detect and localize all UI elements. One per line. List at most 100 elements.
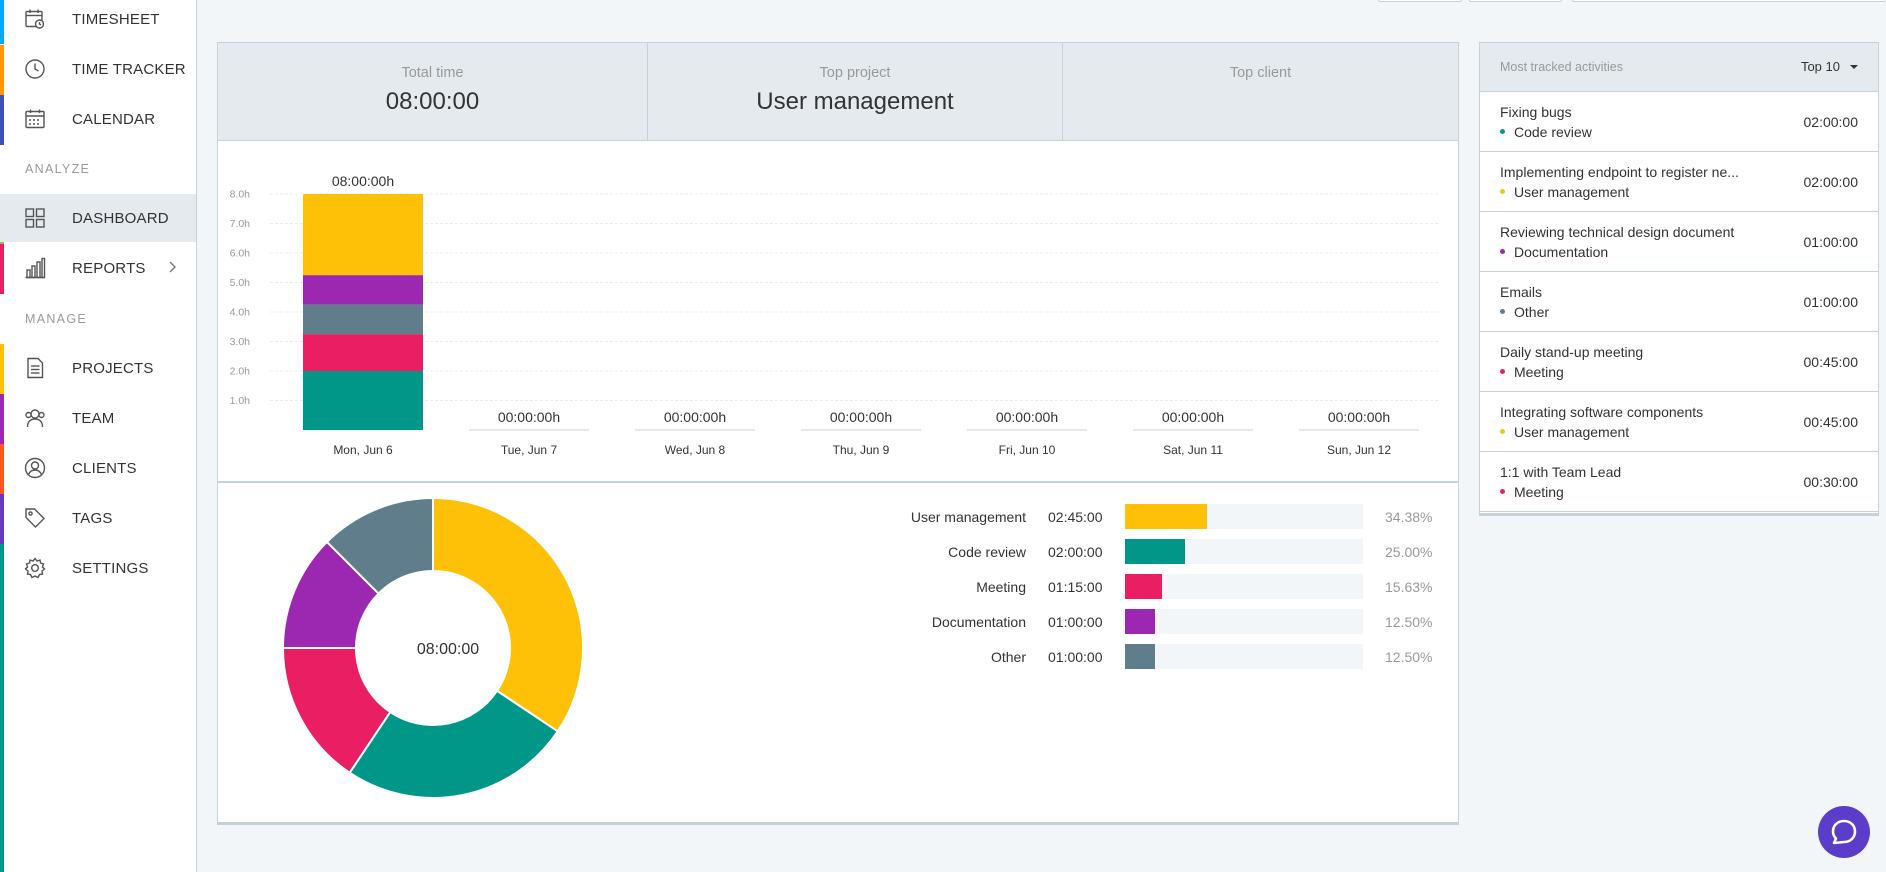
legend-project-name: Code review (948, 544, 1026, 560)
bar-segment (303, 304, 423, 335)
activity-title: Emails (1500, 284, 1543, 300)
legend-progress-track (1125, 504, 1363, 529)
legend-progress-fill (1125, 574, 1163, 599)
clients-icon (24, 457, 46, 479)
sidebar-item-settings[interactable]: SETTINGS (0, 544, 196, 592)
activity-title: Integrating software components (1500, 404, 1704, 420)
activity-title: Reviewing technical design document (1500, 224, 1735, 240)
legend-row: Documentation 01:00:00 12.50% (758, 608, 1458, 636)
donut-center-total: 08:00:00 (416, 641, 480, 658)
x-category-label: Tue, Jun 7 (501, 443, 558, 457)
section-label-manage: MANAGE (25, 312, 87, 326)
gear-icon (24, 557, 46, 579)
total-time-summary: Total time 08:00:00 (218, 43, 647, 140)
bar-segment (303, 334, 423, 371)
activity-duration: 01:00:00 (1803, 234, 1859, 250)
top-control-button[interactable] (1469, 0, 1562, 2)
sidebar-item-timesheet[interactable]: TIMESHEET (0, 0, 196, 43)
x-category-label: Sun, Jun 12 (1327, 443, 1391, 457)
chevron-right-icon (169, 261, 176, 273)
activity-project: Code review (1514, 124, 1592, 140)
activity-duration: 00:30:00 (1803, 474, 1859, 490)
y-tick-label: 5.0h (230, 277, 251, 289)
legend-project-percent: 12.50% (1385, 649, 1433, 665)
sidebar-item-reports[interactable]: REPORTS (0, 244, 196, 292)
legend-progress-fill (1125, 609, 1155, 634)
activity-duration: 02:00:00 (1803, 114, 1859, 130)
x-category-label: Fri, Jun 10 (999, 443, 1056, 457)
sidebar-item-dashboard[interactable]: DASHBOARD (0, 194, 196, 242)
bar-total-label: 00:00:00h (1162, 409, 1224, 425)
activity-project: User management (1514, 424, 1630, 440)
sidebar-item-tags[interactable]: TAGS (0, 494, 196, 542)
sidebar-item-label: TEAM (72, 410, 115, 427)
legend-progress-track (1125, 574, 1363, 599)
bar-total-label: 08:00:00h (332, 173, 394, 189)
legend-row: Other 01:00:00 12.50% (758, 643, 1458, 671)
bar-segment (303, 371, 423, 430)
activity-row[interactable]: Emails Other 01:00:00 (1480, 272, 1878, 332)
top-control-button[interactable] (1378, 0, 1462, 2)
date-range-picker[interactable] (1572, 0, 1886, 2)
sidebar-item-time-tracker[interactable]: TIME TRACKER (0, 45, 196, 93)
legend-project-percent: 34.38% (1385, 509, 1433, 525)
sidebar-item-label: REPORTS (72, 260, 146, 277)
activity-row[interactable]: Fixing bugs Code review 02:00:00 (1480, 92, 1878, 152)
y-tick-label: 8.0h (230, 189, 251, 201)
team-icon (25, 409, 45, 428)
legend-progress-fill (1125, 644, 1155, 669)
legend-project-percent: 15.63% (1385, 579, 1433, 595)
chat-button[interactable] (1818, 806, 1870, 858)
project-color-dot (1500, 369, 1505, 374)
top-project-label: Top project (819, 65, 891, 81)
activity-project: User management (1514, 184, 1630, 200)
y-tick-label: 1.0h (230, 395, 251, 407)
top-filter-dropdown[interactable]: Top 10 (1801, 59, 1840, 74)
project-color-dot (1500, 309, 1505, 314)
sidebar-item-clients[interactable]: CLIENTS (0, 444, 196, 492)
legend-progress-fill (1125, 504, 1207, 529)
clock-icon (25, 59, 45, 79)
bar-total-label: 00:00:00h (996, 409, 1058, 425)
legend-project-time: 02:45:00 (1048, 509, 1103, 525)
donut-slice (432, 496, 584, 733)
top-project-value: User management (756, 88, 954, 115)
summary-panel: Total time 08:00:00 Top project User man… (217, 42, 1459, 141)
daily-bar-chart: 1.0h 2.0h 3.0h 4.0h 5.0h 6.0h 7.0h 8.0h 08:00:00… (230, 173, 1438, 457)
project-color-dot (1500, 129, 1505, 134)
project-color-dot (1500, 429, 1505, 434)
sidebar: TIMESHEET TIME TRACKER CALENDAR ANALYZE … (0, 0, 197, 872)
bar-total-label: 00:00:00h (498, 409, 560, 425)
activity-row[interactable]: Implementing endpoint to register ne... U… (1480, 152, 1878, 212)
sidebar-item-projects[interactable]: PROJECTS (0, 344, 196, 392)
activity-row[interactable]: 1:1 with Team Lead Meeting 00:30:00 (1480, 452, 1878, 512)
activities-title: Most tracked activities (1500, 60, 1623, 74)
chat-icon (1831, 819, 1857, 845)
activity-project: Meeting (1514, 364, 1564, 380)
activity-row[interactable]: Integrating software components User mana… (1480, 392, 1878, 452)
legend-progress-track (1125, 609, 1363, 634)
caret-down-icon (1850, 65, 1858, 69)
activities-header: Most tracked activities Top 10 (1480, 43, 1878, 92)
legend-progress-fill (1125, 539, 1185, 564)
sidebar-item-label: TAGS (72, 510, 113, 527)
y-tick-label: 2.0h (230, 366, 251, 378)
activity-row[interactable]: Daily stand-up meeting Meeting 00:45:00 (1480, 332, 1878, 392)
activity-project: Meeting (1514, 484, 1564, 500)
sidebar-item-team[interactable]: TEAM (0, 394, 196, 442)
activity-duration: 00:45:00 (1803, 414, 1859, 430)
y-tick-label: 4.0h (230, 307, 251, 319)
bar-total-label: 00:00:00h (664, 409, 726, 425)
activity-row[interactable]: Reviewing technical design document Docum… (1480, 212, 1878, 272)
sidebar-item-label: TIME TRACKER (72, 61, 186, 78)
sidebar-item-calendar[interactable]: CALENDAR (0, 95, 196, 143)
top-client-summary: Top client (1063, 43, 1458, 140)
legend-row: Meeting 01:15:00 15.63% (758, 573, 1458, 601)
legend-project-name: Meeting (976, 579, 1026, 595)
activity-duration: 02:00:00 (1803, 174, 1859, 190)
reports-icon (25, 257, 46, 279)
legend-project-time: 01:00:00 (1048, 649, 1103, 665)
sidebar-item-label: SETTINGS (72, 560, 149, 577)
legend-progress-track (1125, 539, 1363, 564)
sidebar-item-label: PROJECTS (72, 360, 154, 377)
